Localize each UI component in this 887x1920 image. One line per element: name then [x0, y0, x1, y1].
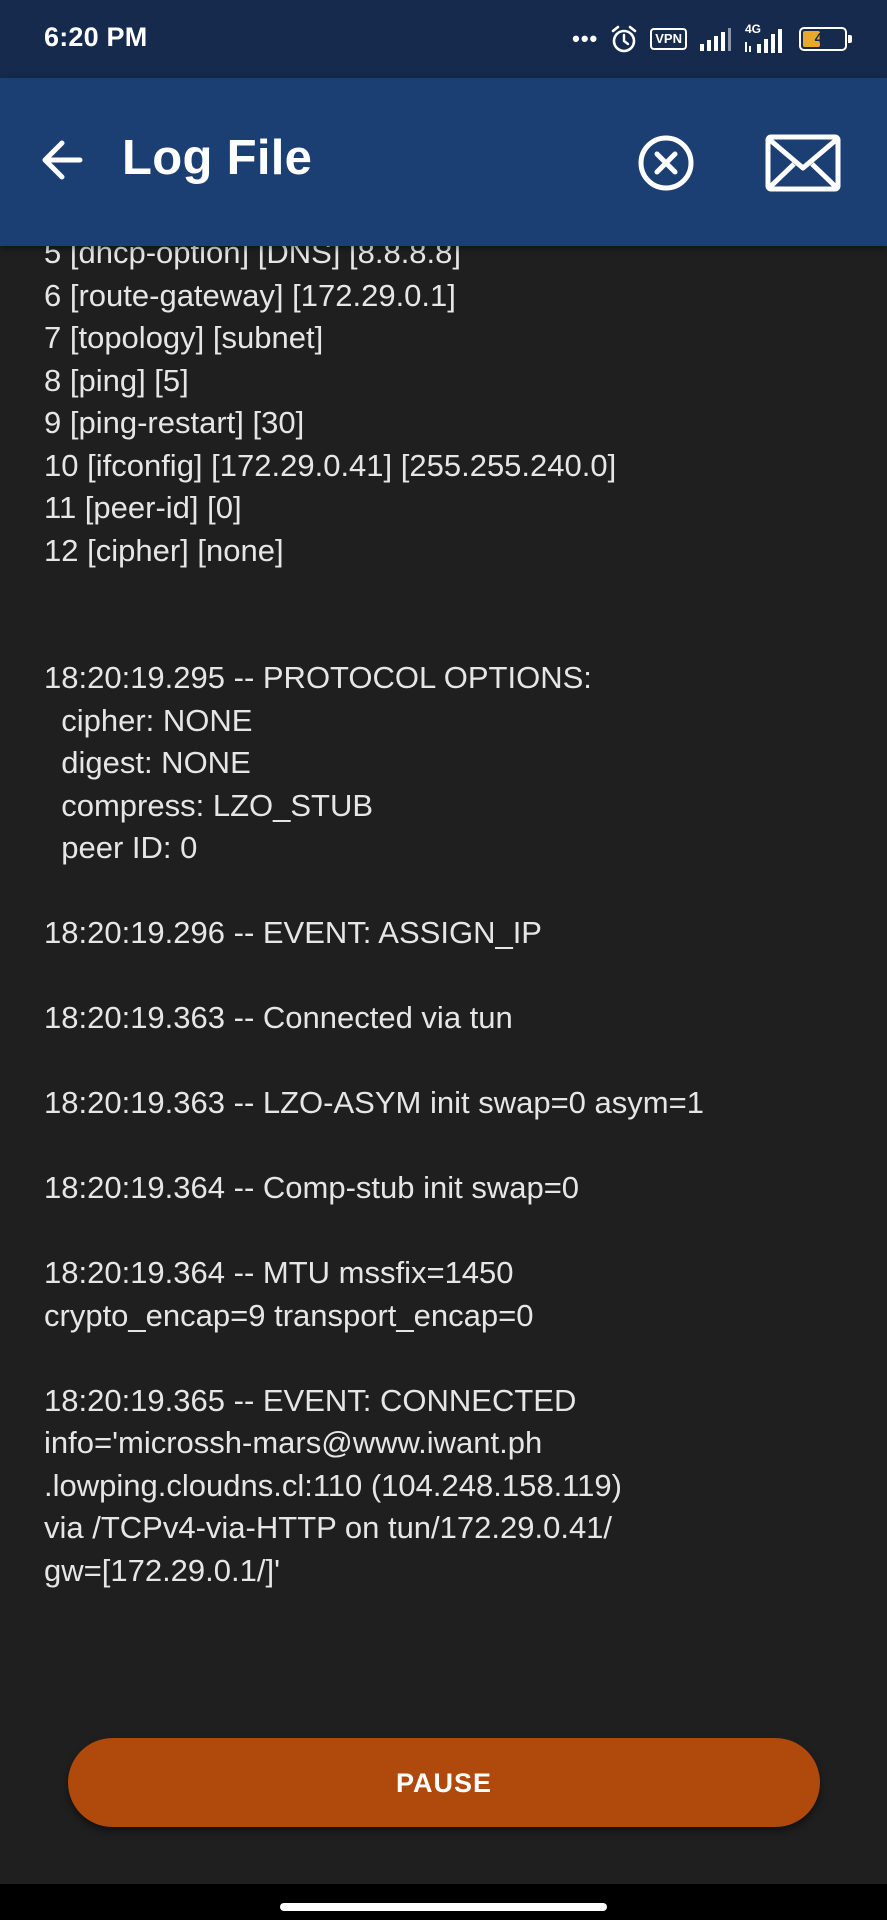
clear-log-icon[interactable] [636, 133, 696, 193]
alarm-icon [611, 25, 637, 53]
log-text: 5 [dhcp-option] [DNS] [8.8.8.8] 6 [route… [44, 246, 704, 1588]
status-icons: ••• VPN 4G 48 [572, 22, 853, 56]
status-bar: 6:20 PM ••• VPN 4G 48 [0, 0, 887, 78]
log-scroll-area[interactable]: 5 [dhcp-option] [DNS] [8.8.8.8] 6 [route… [0, 246, 887, 1696]
status-time: 6:20 PM [44, 22, 148, 52]
battery-level: 48 [814, 30, 832, 47]
cellular-signal-icon: 4G [743, 22, 787, 54]
wifi-signal-icon [700, 28, 731, 51]
back-arrow-icon[interactable] [38, 133, 92, 187]
page-title: Log File [122, 131, 313, 185]
home-indicator[interactable] [280, 1903, 607, 1911]
pause-button[interactable]: PAUSE [68, 1738, 820, 1827]
battery-nub [848, 35, 852, 43]
navigation-bar [0, 1884, 887, 1920]
log-file-screen: 6:20 PM ••• VPN 4G 48 Log File 5 [dhcp-o… [0, 0, 887, 1920]
more-notifications-icon: ••• [572, 26, 599, 51]
vpn-icon: VPN [650, 28, 687, 50]
app-bar: Log File [0, 78, 887, 246]
send-mail-icon[interactable] [764, 133, 842, 193]
battery-icon: 48 [799, 27, 852, 51]
